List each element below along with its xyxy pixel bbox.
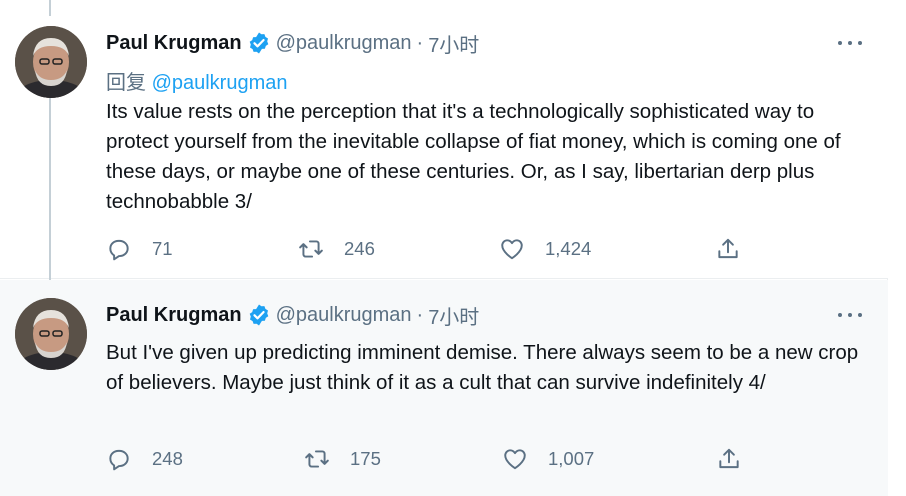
verified-badge-icon [249,32,268,54]
reply-to: 回复 @paulkrugman [106,66,288,95]
tweet-actions: 248 175 1,007 [106,443,746,475]
verified-badge-icon [249,304,268,326]
tweet-header: Paul Krugman @paulkrugman · 7小时 [106,301,479,329]
tweet-text: Its value rests on the perception that i… [106,100,841,213]
reply-icon [109,449,129,471]
heart-icon [501,239,523,260]
author-handle[interactable]: @paulkrugman [276,32,412,55]
reply-count: 71 [152,238,173,259]
share-icon [719,448,739,469]
retweet-button[interactable]: 246 [298,233,375,265]
share-button[interactable] [716,443,762,475]
tweet-text: But I've given up predicting imminent de… [106,341,859,394]
share-button[interactable] [715,233,761,265]
timestamp[interactable]: 7小时 [428,29,479,58]
retweet-button[interactable]: 175 [304,443,381,475]
avatar[interactable] [15,26,87,98]
heart-icon [504,449,526,470]
tweet[interactable]: Paul Krugman @paulkrugman · 7小时 回复 @paul… [0,0,888,280]
share-icon [718,238,738,259]
author-handle[interactable]: @paulkrugman [276,304,412,327]
more-options-icon[interactable] [838,33,862,53]
reply-mention[interactable]: @paulkrugman [152,72,288,94]
retweet-icon [305,450,329,468]
timeline: Paul Krugman @paulkrugman · 7小时 回复 @paul… [0,0,888,496]
thread-line [49,98,51,280]
reply-button[interactable]: 248 [106,443,183,475]
reply-count: 248 [152,448,183,469]
retweet-count: 246 [344,238,375,259]
more-options-icon[interactable] [838,305,862,325]
like-count: 1,424 [545,238,592,259]
reply-prefix: 回复 [106,72,152,94]
reply-button[interactable]: 71 [106,233,173,265]
reply-icon [109,239,129,261]
like-button[interactable]: 1,007 [502,443,594,475]
separator-dot: · [416,31,424,54]
author-name[interactable]: Paul Krugman [106,304,242,327]
thread-line [49,0,51,16]
separator-dot: · [416,303,424,326]
like-button[interactable]: 1,424 [499,233,591,265]
retweet-icon [299,240,323,258]
timestamp[interactable]: 7小时 [428,301,479,330]
author-name[interactable]: Paul Krugman [106,32,242,55]
like-count: 1,007 [548,448,595,469]
avatar-portrait [15,298,87,370]
retweet-count: 175 [350,448,381,469]
tweet-header: Paul Krugman @paulkrugman · 7小时 [106,29,479,57]
avatar[interactable] [15,298,87,370]
tweet-actions: 71 246 1,424 [106,233,746,265]
tweet[interactable]: Paul Krugman @paulkrugman · 7小时 But I've… [0,280,888,496]
avatar-portrait [15,26,87,98]
